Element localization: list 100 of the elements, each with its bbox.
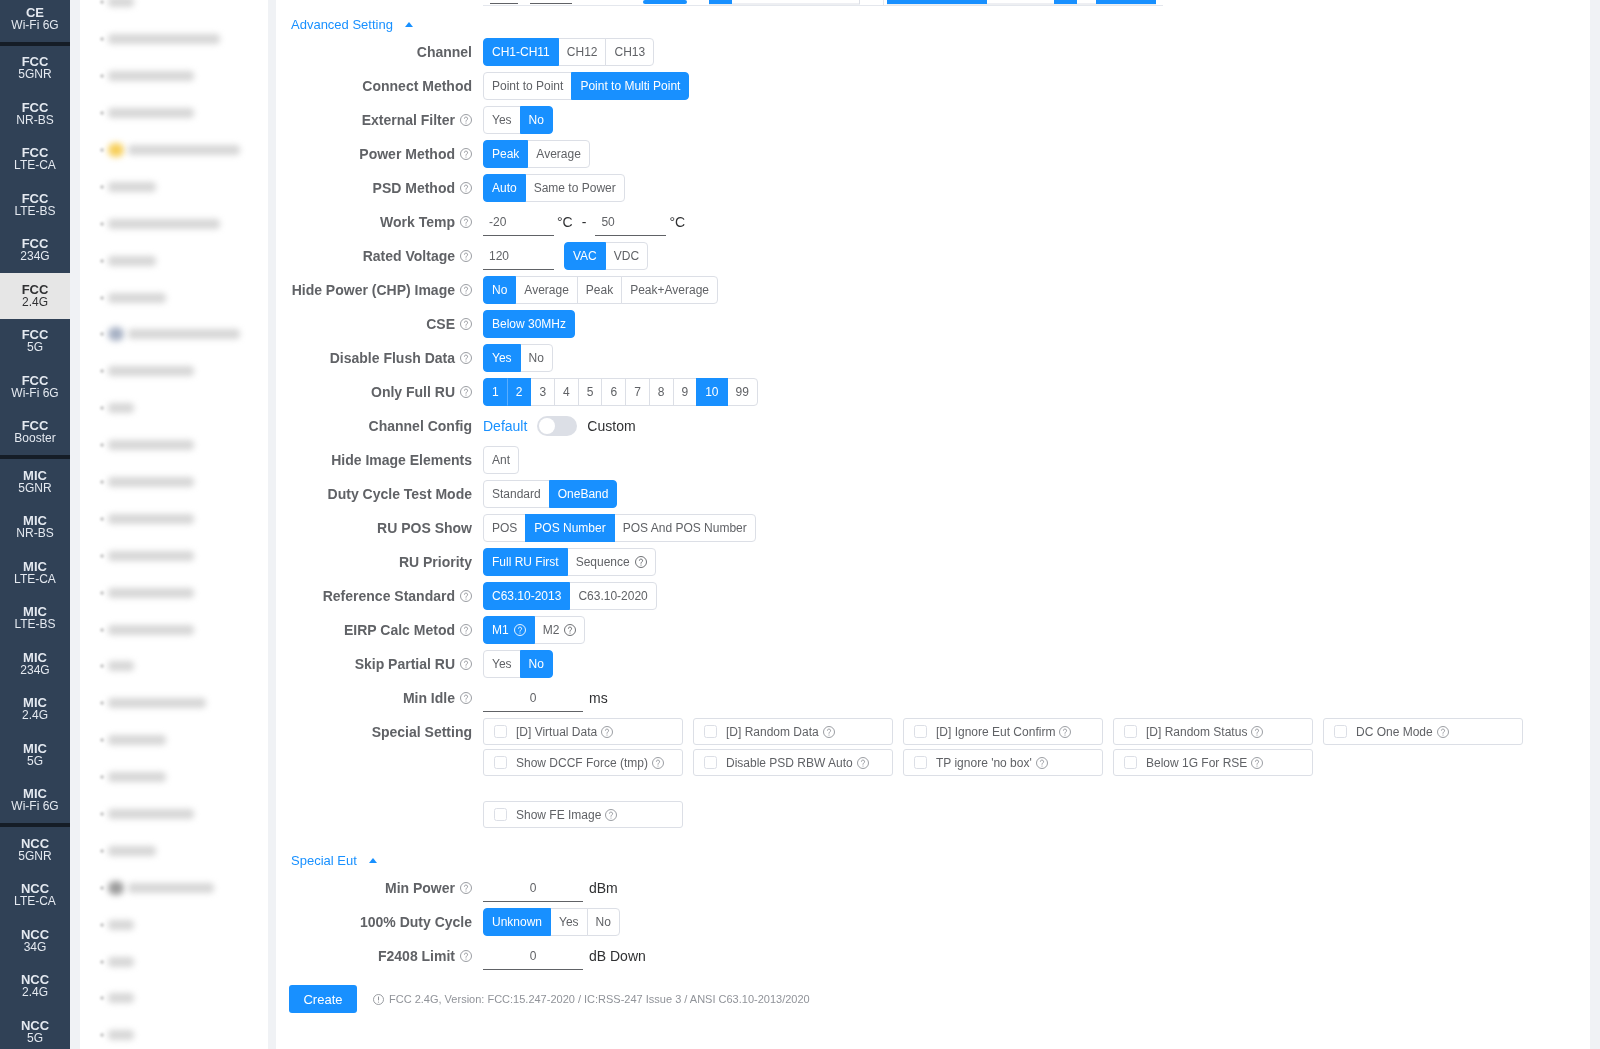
sidebar-item[interactable]: FCC 234G [0,227,70,273]
sidebar-item[interactable]: CE Wi-Fi 6G [0,0,70,42]
field-label: Hide Image Elements [331,452,472,468]
input-field[interactable]: 0 [483,684,583,712]
section-toggle[interactable]: Special Eut [291,850,377,870]
option-button[interactable]: Average [515,276,578,304]
field-label: RU Priority [398,554,472,570]
checkbox[interactable] [914,725,927,738]
option-button[interactable]: VDC [604,242,649,270]
sidebar-item[interactable]: FCC LTE-CA [0,136,70,182]
option-button[interactable]: Yes [550,908,588,936]
option-button[interactable]: Average [527,140,590,168]
sidebar-item[interactable]: MIC NR-BS [0,504,70,550]
field-label: Min Power [385,880,455,896]
field-label: 100% Duty Cycle [359,914,472,930]
option-button[interactable]: CH13 [605,38,655,66]
input-field[interactable]: 50 [595,208,667,236]
sidebar-item[interactable]: NCC 5GNR [0,827,70,873]
sidebar-item[interactable]: MIC LTE-BS [0,595,70,641]
option-button[interactable]: CH12 [557,38,607,66]
option-button[interactable]: Ant [483,446,519,474]
field-label: RU POS Show [377,520,472,536]
checkbox-option[interactable]: [D] Virtual Data [483,718,683,745]
sidebar-item[interactable]: MIC 2.4G [0,686,70,732]
field-label: Special Setting [371,724,472,740]
field-label: EIRP Calc Metod [344,622,455,638]
section-toggle[interactable]: Advanced Setting [291,14,413,34]
sidebar-item[interactable]: FCC NR-BS [0,91,70,137]
checkbox-option[interactable]: Disable PSD RBW Auto [693,749,893,776]
sidebar-item[interactable]: MIC LTE-CA [0,550,70,596]
field-label: PSD Method [372,180,455,196]
option-button[interactable]: C63.10-2020 [569,582,657,610]
checkbox[interactable] [704,756,717,769]
field-label: Disable Flush Data [329,350,455,366]
sidebar-item[interactable]: NCC 34G [0,918,70,964]
sidebar-item[interactable]: FCC Wi-Fi 6G [0,364,70,410]
field-label: Channel [416,44,472,60]
input-field[interactable]: -20 [483,208,554,236]
option-button[interactable]: Sequence [566,548,656,576]
checkbox[interactable] [494,756,507,769]
field-label: External Filter [361,112,455,128]
checkbox[interactable] [914,756,927,769]
checkbox-option[interactable]: Below 1G For RSE [1113,749,1313,776]
field-label: Work Temp [380,214,455,230]
sidebar-item[interactable]: MIC 5G [0,732,70,778]
field-label: Connect Method [362,78,472,94]
input-field[interactable]: 0 [483,874,583,902]
option-button[interactable]: No [519,344,553,372]
option-button[interactable]: Yes [483,650,521,678]
option-button[interactable]: 6 [601,378,627,406]
option-button[interactable]: POS And POS Number [613,514,756,542]
toggle-switch[interactable] [537,416,578,436]
option-button[interactable]: 8 [648,378,674,406]
option-button[interactable]: Point to Point [483,72,573,100]
sidebar-item[interactable]: NCC 5G [0,1009,70,1049]
unit-label: °C [557,214,573,230]
switch-label[interactable]: Default [483,418,528,434]
switch-label[interactable]: Custom [587,418,636,434]
input-field[interactable]: 120 [483,242,554,270]
sidebar-item[interactable]: FCC 5GNR [0,45,70,91]
option-button[interactable]: 4 [554,378,579,406]
checkbox-option[interactable]: [D] Random Data [693,718,893,745]
caret-up-icon [404,21,413,27]
checkbox-option[interactable]: Show FE Image [483,801,683,828]
sidebar-item[interactable]: FCC LTE-BS [0,182,70,228]
version-note: FCC 2.4G, Version: FCC:15.247-2020 / IC:RSS-247 Issue 3 / ANSI C63.10-2013/2020 [389,993,810,1005]
sidebar-item[interactable]: NCC 2.4G [0,963,70,1009]
option-button[interactable]: 7 [625,378,650,406]
field-label: F2408 Limit [377,948,455,964]
sidebar-item[interactable]: FCC Booster [0,409,70,455]
unit-label: dB Down [589,948,646,964]
checkbox[interactable] [1334,725,1347,738]
checkbox[interactable] [1124,725,1137,738]
option-button[interactable]: Same to Power [524,174,625,202]
option-button[interactable]: Standard [483,480,550,508]
field-label: CSE [426,316,455,332]
sidebar-item[interactable]: FCC 2.4G [0,273,70,319]
checkbox-option[interactable]: Show DCCF Force (tmp) [483,749,683,776]
sidebar-item[interactable]: FCC 5G [0,318,70,364]
checkbox[interactable] [494,808,507,821]
checkbox[interactable] [494,725,507,738]
sidebar-item[interactable]: MIC 234G [0,641,70,687]
sidebar-item[interactable]: MIC Wi-Fi 6G [0,777,70,823]
option-button[interactable]: No [586,908,620,936]
checkbox-option[interactable]: [D] Random Status [1113,718,1313,745]
option-button[interactable]: POS [483,514,527,542]
option-button[interactable]: Yes [483,106,521,134]
field-label: Skip Partial RU [354,656,455,672]
checkbox[interactable] [1124,756,1137,769]
option-button[interactable]: Peak+Average [621,276,719,304]
option-button[interactable]: M2 [533,616,586,644]
input-field[interactable]: 0 [483,942,583,970]
checkbox-option[interactable]: [D] Ignore Eut Confirm [903,718,1103,745]
sidebar-item[interactable]: NCC LTE-CA [0,872,70,918]
checkbox-option[interactable]: DC One Mode [1323,718,1523,745]
option-button[interactable]: 99 [726,378,758,406]
checkbox-option[interactable]: TP ignore 'no box' [903,749,1103,776]
checkbox[interactable] [704,725,717,738]
sidebar-item[interactable]: MIC 5GNR [0,459,70,505]
option-button[interactable]: Peak [576,276,623,304]
